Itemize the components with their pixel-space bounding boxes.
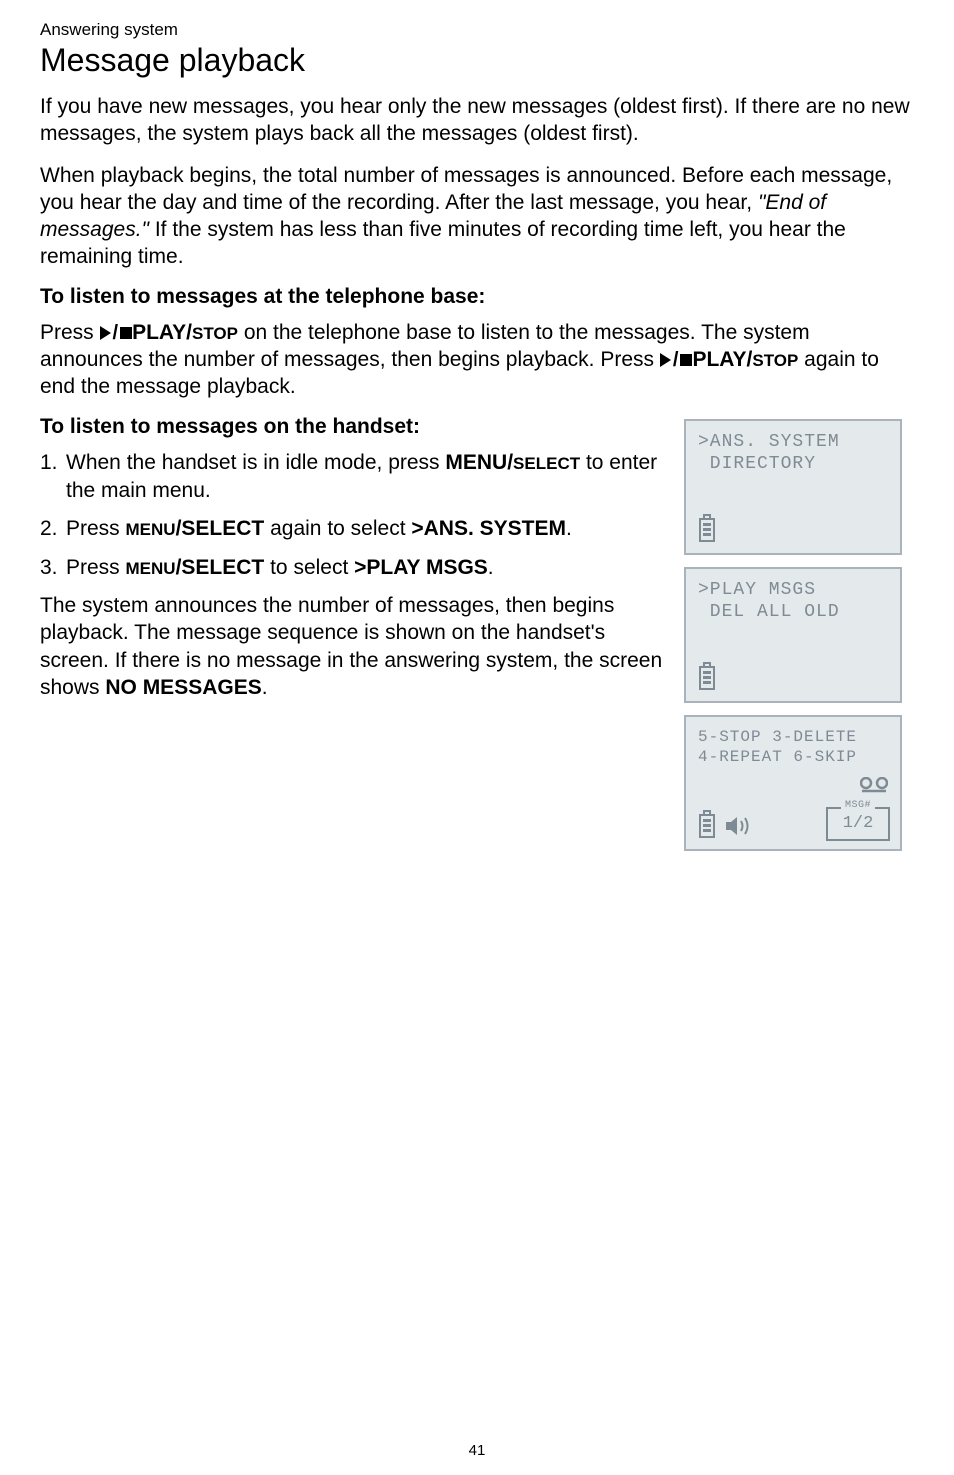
base-instructions: Press /PLAY/STOP on the telephone base t… (40, 319, 914, 401)
msg-label: MSG# (841, 800, 875, 813)
key-label: MENU/ (445, 451, 513, 474)
breadcrumb: Answering system (40, 20, 914, 40)
section-heading-handset: To listen to messages on the handset: (40, 415, 664, 439)
key-label-small: MENU (126, 520, 176, 539)
key-label: NO MESSAGES (105, 676, 261, 699)
key-label: PLAY/ (692, 348, 752, 371)
text-fragment: Press (66, 556, 126, 579)
lcd-line: DEL ALL OLD (698, 601, 890, 624)
screens-column: >ANS. SYSTEM DIRECTORY >PLAY MSGS DEL AL… (684, 415, 914, 851)
step-number: 2. (40, 515, 66, 543)
key-label-small: STOP (752, 351, 798, 370)
handset-screen-1: >ANS. SYSTEM DIRECTORY (684, 419, 902, 555)
key-label: >PLAY MSGS (354, 556, 488, 579)
play-stop-icon: / (100, 320, 133, 346)
steps-list: 1. When the handset is in idle mode, pre… (40, 449, 664, 582)
handset-screen-3: 5-STOP 3-DELETE 4-REPEAT 6-SKIP MSG# 1/2 (684, 715, 902, 851)
lcd-line: >ANS. SYSTEM (698, 431, 890, 454)
play-stop-icon: / (660, 347, 693, 373)
text-fragment: When the handset is in idle mode, press (66, 451, 445, 474)
text-fragment: . (566, 517, 572, 540)
list-item: 3. Press MENU/SELECT to select >PLAY MSG… (40, 554, 664, 582)
key-label: /SELECT (176, 517, 265, 540)
key-label-small: SELECT (513, 454, 580, 473)
intro-para-1: If you have new messages, you hear only … (40, 93, 914, 148)
page-number: 41 (0, 1442, 954, 1459)
stop-square-icon (680, 354, 692, 366)
key-label-small: STOP (192, 324, 238, 343)
tape-icon (860, 777, 888, 801)
text-fragment: again to select (264, 517, 411, 540)
key-label: >ANS. SYSTEM (411, 517, 566, 540)
text-fragment: Press (66, 517, 126, 540)
lcd-line: 4-REPEAT 6-SKIP (698, 747, 890, 767)
slash: / (113, 320, 119, 346)
slash: / (673, 347, 679, 373)
text-fragment: Press (40, 321, 100, 344)
text-fragment: . (488, 556, 494, 579)
play-triangle-icon (100, 326, 111, 340)
section-heading-base: To listen to messages at the telephone b… (40, 285, 914, 309)
intro-para-2: When playback begins, the total number o… (40, 162, 914, 271)
key-label-small: MENU (126, 559, 176, 578)
text-fragment: . (262, 676, 268, 699)
speaker-icon (724, 815, 750, 837)
list-item: 2. Press MENU/SELECT again to select >AN… (40, 515, 664, 543)
step-number: 3. (40, 554, 66, 582)
page-title: Message playback (40, 42, 914, 79)
text-fragment: If the system has less than five minutes… (40, 218, 846, 268)
key-label: PLAY/ (132, 321, 192, 344)
stop-square-icon (120, 327, 132, 339)
step-text: Press MENU/SELECT again to select >ANS. … (66, 515, 664, 543)
handset-screen-2: >PLAY MSGS DEL ALL OLD (684, 567, 902, 703)
battery-icon (696, 513, 718, 543)
battery-icon (696, 809, 718, 839)
result-para: The system announces the number of messa… (40, 592, 664, 701)
msg-counter-box: MSG# 1/2 (826, 807, 890, 841)
step-number: 1. (40, 449, 66, 506)
play-triangle-icon (660, 353, 671, 367)
battery-icon (696, 661, 718, 691)
text-fragment: to select (264, 556, 354, 579)
step-text: Press MENU/SELECT to select >PLAY MSGS. (66, 554, 664, 582)
key-label: /SELECT (176, 556, 265, 579)
lcd-line: >PLAY MSGS (698, 579, 890, 602)
lcd-line: DIRECTORY (698, 453, 890, 476)
list-item: 1. When the handset is in idle mode, pre… (40, 449, 664, 506)
msg-value: 1/2 (828, 809, 888, 839)
lcd-line: 5-STOP 3-DELETE (698, 727, 890, 747)
step-text: When the handset is in idle mode, press … (66, 449, 664, 506)
